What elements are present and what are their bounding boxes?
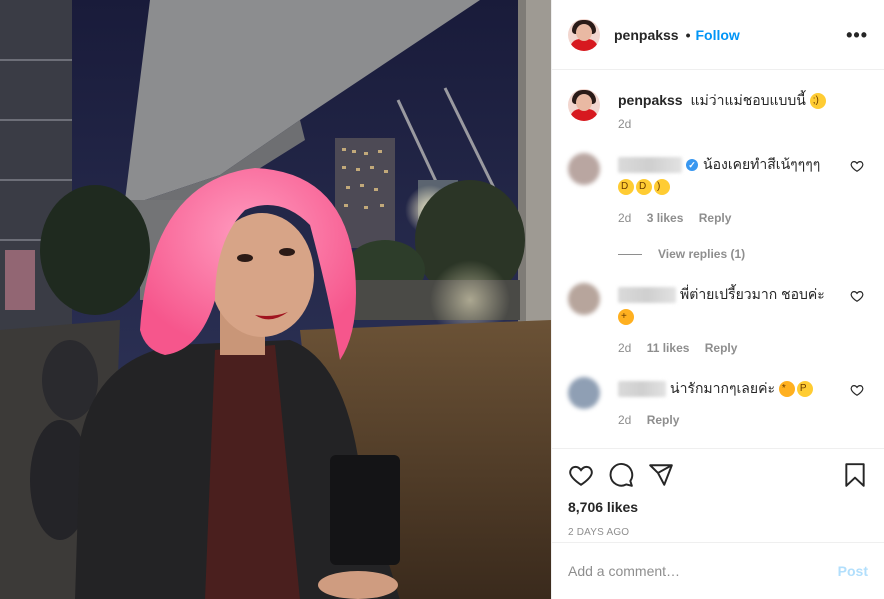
heart-icon[interactable] (568, 462, 594, 488)
thumbs-up-emoji: + (618, 309, 634, 326)
grinning-squinting-emoji: D (618, 179, 634, 196)
view-replies-label: View replies (1) (658, 247, 746, 261)
like-comment-heart-icon[interactable] (850, 289, 864, 303)
rolling-laughing-emoji: D (636, 179, 652, 196)
comment-text-line: พี่ต่ายเปรี้ยวมาก ชอบค่ะ (618, 283, 838, 305)
bookmark-icon[interactable] (842, 462, 868, 488)
kissing-heart-emoji: * (778, 381, 795, 398)
commenter-avatar[interactable] (568, 377, 600, 409)
comment-text: น้องเคยทำสีเน้ๆๆๆๆ (703, 156, 821, 172)
comment-meta: 2d 3 likes Reply (618, 207, 838, 229)
add-comment-input[interactable] (568, 563, 828, 579)
post-caption: penpakss แม่ว่าแม่ชอบแบบนี้ ;) 2d (568, 89, 868, 131)
follow-button[interactable]: Follow (696, 27, 740, 43)
comment-time[interactable]: 2d (618, 341, 631, 355)
author-avatar[interactable] (568, 18, 600, 51)
commenter-username-redacted[interactable] (618, 381, 666, 398)
post-actions: 8,706 likes 2 DAYS AGO (552, 448, 884, 538)
comment-time[interactable]: 2d (618, 211, 631, 225)
comment-likes[interactable]: 3 likes (647, 211, 684, 225)
caption-username[interactable]: penpakss (618, 92, 683, 108)
separator-dot: • (685, 26, 691, 43)
post-photo[interactable] (0, 0, 551, 599)
more-options-icon[interactable]: ••• (846, 26, 868, 44)
reply-button[interactable]: Reply (699, 211, 732, 225)
like-comment-heart-icon[interactable] (850, 383, 864, 397)
post-header: penpakss • Follow ••• (552, 0, 884, 70)
author-username[interactable]: penpakss (614, 27, 679, 43)
view-replies-line (618, 253, 642, 255)
comment-text: น่ารักมากๆเลยค่ะ (670, 380, 775, 396)
share-icon[interactable] (648, 462, 674, 488)
reply-button[interactable]: Reply (647, 413, 680, 427)
night-portrait-image (0, 0, 551, 599)
comment-text-line: ✓ น้องเคยทำสีเน้ๆๆๆๆ (618, 153, 838, 175)
comment-text-line: น่ารักมากๆเลยค่ะ * P (618, 377, 838, 399)
comment-time[interactable]: 2d (618, 413, 631, 427)
action-icons-row (568, 459, 868, 491)
post-comment-button[interactable]: Post (838, 563, 868, 579)
caption-text-line: penpakss แม่ว่าแม่ชอบแบบนี้ ;) (618, 89, 828, 111)
comment-meta: 2d 11 likes Reply (618, 337, 838, 359)
caption-meta: 2d (618, 117, 828, 131)
comment-text: พี่ต่ายเปรี้ยวมาก ชอบค่ะ (680, 286, 825, 302)
likes-count[interactable]: 8,706 likes (568, 499, 868, 515)
like-comment-heart-icon[interactable] (850, 159, 864, 173)
smiling-eyes-emoji: ) (654, 179, 670, 196)
comment-icon[interactable] (608, 462, 634, 488)
view-replies-button[interactable]: View replies (1) (618, 247, 868, 261)
comment-item: ✓ น้องเคยทำสีเน้ๆๆๆๆ D D) 2d 3 likes Reply (568, 153, 868, 229)
comment-item: พี่ต่ายเปรี้ยวมาก ชอบค่ะ + 2d 11 likes R… (568, 283, 868, 359)
commenter-username-redacted[interactable] (618, 287, 676, 304)
comment-emojis: + (618, 305, 838, 327)
caption-time[interactable]: 2d (618, 117, 631, 131)
post-detail-panel: penpakss • Follow ••• penpakss แม่ว่าแม่… (551, 0, 884, 599)
winking-face-emoji: ;) (809, 93, 826, 110)
commenter-avatar[interactable] (568, 283, 600, 315)
verified-badge-icon: ✓ (686, 159, 698, 172)
comment-meta: 2d Reply (618, 409, 838, 431)
comment-emojis: D D) (618, 175, 838, 197)
caption-avatar[interactable] (568, 89, 600, 121)
commenter-username-redacted[interactable] (618, 157, 682, 174)
add-comment-bar: Post (552, 542, 884, 599)
post-date[interactable]: 2 DAYS AGO (568, 527, 868, 538)
comment-likes[interactable]: 11 likes (647, 341, 690, 355)
winking-tongue-emoji: P (796, 381, 813, 398)
comments-list[interactable]: penpakss แม่ว่าแม่ชอบแบบนี้ ;) 2d ✓ น้องเ… (552, 71, 884, 448)
comment-item: น่ารักมากๆเลยค่ะ * P 2d Reply (568, 377, 868, 431)
reply-button[interactable]: Reply (705, 341, 738, 355)
caption-text: แม่ว่าแม่ชอบแบบนี้ (690, 92, 806, 108)
commenter-avatar[interactable] (568, 153, 600, 185)
